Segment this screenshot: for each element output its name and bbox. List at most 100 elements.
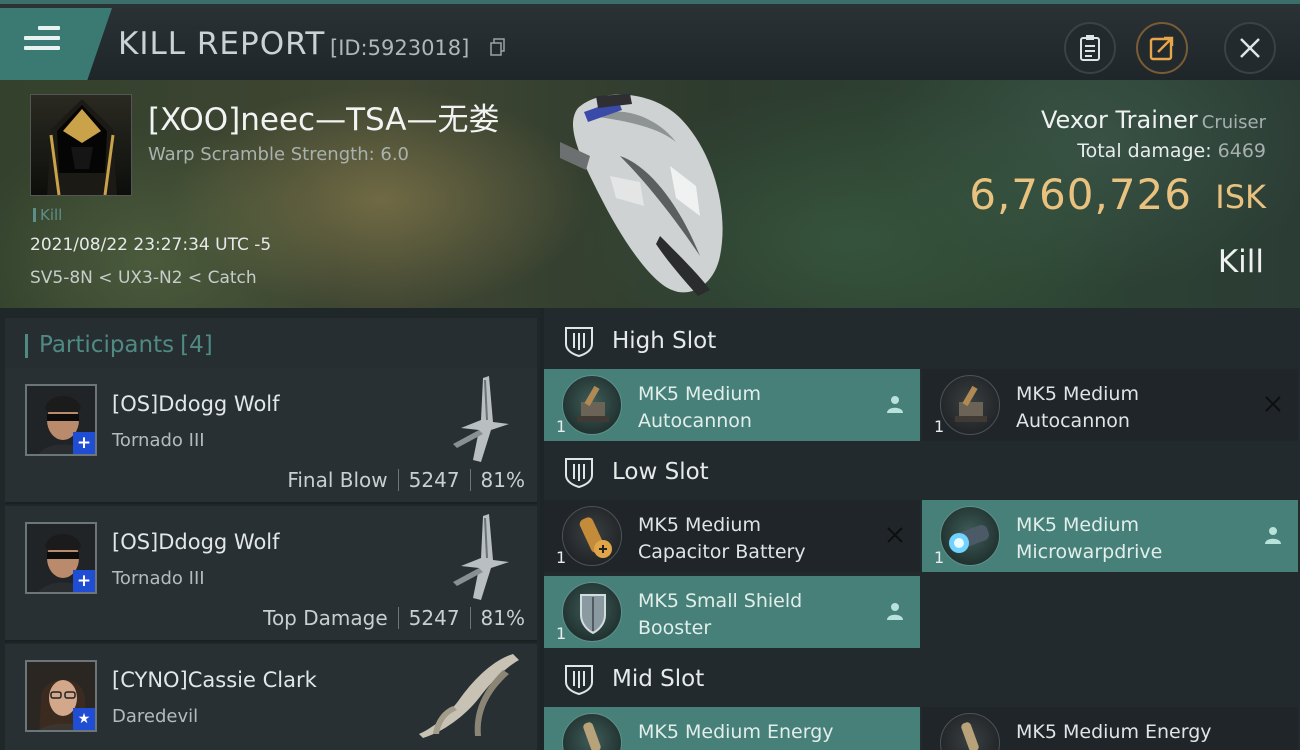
tornado-ship-icon xyxy=(453,514,509,600)
participant-percent: 81% xyxy=(480,468,525,492)
close-button[interactable] xyxy=(1224,22,1276,74)
module-name-line1: MK5 Medium Energy xyxy=(1016,721,1212,743)
close-icon xyxy=(1240,38,1260,58)
autocannon-icon xyxy=(562,375,622,435)
module-quantity: 1 xyxy=(934,417,945,436)
isk-unit: ISK xyxy=(1215,178,1266,216)
energy-module-icon xyxy=(940,713,1000,750)
mid-slot-header: Mid Slot xyxy=(544,648,1300,710)
participant-name[interactable]: [CYNO]Cassie Clark xyxy=(112,668,317,692)
module-name: MK5 Medium Capacitor Battery xyxy=(638,512,888,566)
kill-location[interactable]: SV5-8N < UX3-N2 < Catch xyxy=(30,268,257,288)
module-name: MK5 Small Shield Booster xyxy=(638,588,888,642)
high-slot-header: High Slot xyxy=(544,310,1300,372)
module-name: MK5 Medium Energy xyxy=(638,719,888,746)
victim-pilot-name[interactable]: [XOO]neec—TSA—无娄 xyxy=(148,94,499,139)
share-button[interactable] xyxy=(1136,22,1188,74)
module-name-line2: Autocannon xyxy=(638,410,752,432)
autocannon-icon xyxy=(940,375,1000,435)
slot-label: Low Slot xyxy=(612,459,709,485)
corp-badge-icon: + xyxy=(73,570,95,592)
participant-avatar[interactable]: ★ xyxy=(25,660,97,732)
isk-value: 6,760,726 xyxy=(969,170,1192,219)
total-damage: Total damage: 6469 xyxy=(1077,140,1266,162)
participants-label: Participants xyxy=(39,332,175,358)
participants-panel: Participants [4] + [OS]Ddogg Wolf Tornado… xyxy=(0,308,540,750)
tornado-ship-icon xyxy=(453,376,509,462)
kill-timestamp: 2021/08/22 23:27:34 UTC -5 xyxy=(30,235,272,255)
participant-avatar[interactable]: + xyxy=(25,522,97,594)
module-item[interactable]: MK5 Medium Energy xyxy=(922,707,1298,750)
participant-stats: Top Damage 5247 81% xyxy=(263,606,525,630)
total-damage-label: Total damage: xyxy=(1077,140,1212,162)
module-name-line2: Microwarpdrive xyxy=(1016,541,1163,563)
module-quantity: 1 xyxy=(556,417,567,436)
participant-role: Top Damage xyxy=(263,606,388,630)
participant-damage: 5247 xyxy=(408,606,460,630)
module-name-line2: Booster xyxy=(638,617,712,639)
module-name-line1: MK5 Medium Energy xyxy=(638,721,834,743)
low-slot-header: Low Slot xyxy=(544,441,1300,503)
microwarpdrive-icon xyxy=(940,506,1000,566)
module-name-line1: MK5 Small Shield xyxy=(638,590,803,612)
participant-card[interactable]: + [OS]Ddogg Wolf Tornado III Top Damage 5… xyxy=(5,506,537,642)
corp-badge-icon: + xyxy=(73,432,95,454)
participant-name[interactable]: [OS]Ddogg Wolf xyxy=(112,530,280,554)
module-name: MK5 Medium Autocannon xyxy=(638,381,888,435)
slot-label: Mid Slot xyxy=(612,666,705,692)
clipboard-button[interactable] xyxy=(1064,22,1116,74)
module-item[interactable]: 1 MK5 Medium Autocannon xyxy=(922,369,1298,441)
module-item[interactable]: MK5 Medium Energy xyxy=(544,707,920,750)
module-name: MK5 Medium Microwarpdrive xyxy=(1016,512,1266,566)
module-item[interactable]: 1 MK5 Medium Capacitor Battery xyxy=(544,500,920,572)
participant-role: Final Blow xyxy=(287,468,388,492)
energy-module-icon xyxy=(562,713,622,750)
participant-ship: Tornado III xyxy=(112,568,205,589)
victim-banner: [XOO]neec—TSA—无娄 Warp Scramble Strength:… xyxy=(0,80,1300,308)
ship-class: Cruiser xyxy=(1201,112,1266,133)
victim-avatar[interactable] xyxy=(30,94,132,196)
participant-name[interactable]: [OS]Ddogg Wolf xyxy=(112,392,280,416)
clipboard-icon xyxy=(1080,35,1100,61)
module-name: MK5 Medium Autocannon xyxy=(1016,381,1266,435)
participants-header: Participants [4] xyxy=(5,318,537,374)
participant-stats: Final Blow 5247 81% xyxy=(287,468,525,492)
participant-avatar[interactable]: + xyxy=(25,384,97,456)
module-item[interactable]: 1 MK5 Medium Autocannon xyxy=(544,369,920,441)
slot-label: High Slot xyxy=(612,328,717,354)
daredevil-ship-icon xyxy=(419,654,519,738)
share-icon xyxy=(1149,36,1174,61)
result-label: Kill xyxy=(1217,244,1264,280)
destroyed-x-icon xyxy=(1265,396,1281,412)
module-quantity: 1 xyxy=(934,548,945,567)
module-name: MK5 Medium Energy xyxy=(1016,719,1266,746)
module-quantity: 1 xyxy=(556,548,567,567)
slot-shield-icon xyxy=(565,458,593,489)
slot-shield-icon xyxy=(565,665,593,696)
participant-percent: 81% xyxy=(480,606,525,630)
module-quantity: 1 xyxy=(556,624,567,643)
slot-shield-icon xyxy=(565,327,593,358)
module-item[interactable]: 1 MK5 Medium Microwarpdrive xyxy=(922,500,1298,572)
participants-count: [4] xyxy=(180,332,213,358)
fitting-panel: High Slot 1 MK5 Medium Autocannon 1 MK5 M… xyxy=(544,308,1300,750)
corp-badge-icon: ★ xyxy=(73,708,95,730)
module-name-line1: MK5 Medium xyxy=(638,383,761,405)
kill-tag: Kill xyxy=(33,206,62,224)
victim-ship-image[interactable] xyxy=(560,86,740,300)
fitted-person-icon xyxy=(1265,527,1281,544)
copy-icon[interactable] xyxy=(490,38,506,56)
participant-card[interactable]: ★ [CYNO]Cassie Clark Daredevil xyxy=(5,644,537,750)
menu-icon[interactable] xyxy=(24,26,60,56)
module-name-line1: MK5 Medium xyxy=(1016,514,1139,536)
warp-scramble-strength: Warp Scramble Strength: 6.0 xyxy=(148,144,410,165)
participant-card[interactable]: + [OS]Ddogg Wolf Tornado III Final Blow 5… xyxy=(5,368,537,504)
victim-ship-name[interactable]: Vexor Trainer Cruiser xyxy=(1041,106,1266,134)
participant-ship: Daredevil xyxy=(112,706,199,727)
destroyed-x-icon xyxy=(887,527,903,543)
module-item[interactable]: 1 MK5 Small Shield Booster xyxy=(544,576,920,648)
module-name-line1: MK5 Medium xyxy=(1016,383,1139,405)
total-damage-value: 6469 xyxy=(1217,140,1266,162)
page-title: KILL REPORT xyxy=(118,26,326,62)
participant-ship: Tornado III xyxy=(112,430,205,451)
